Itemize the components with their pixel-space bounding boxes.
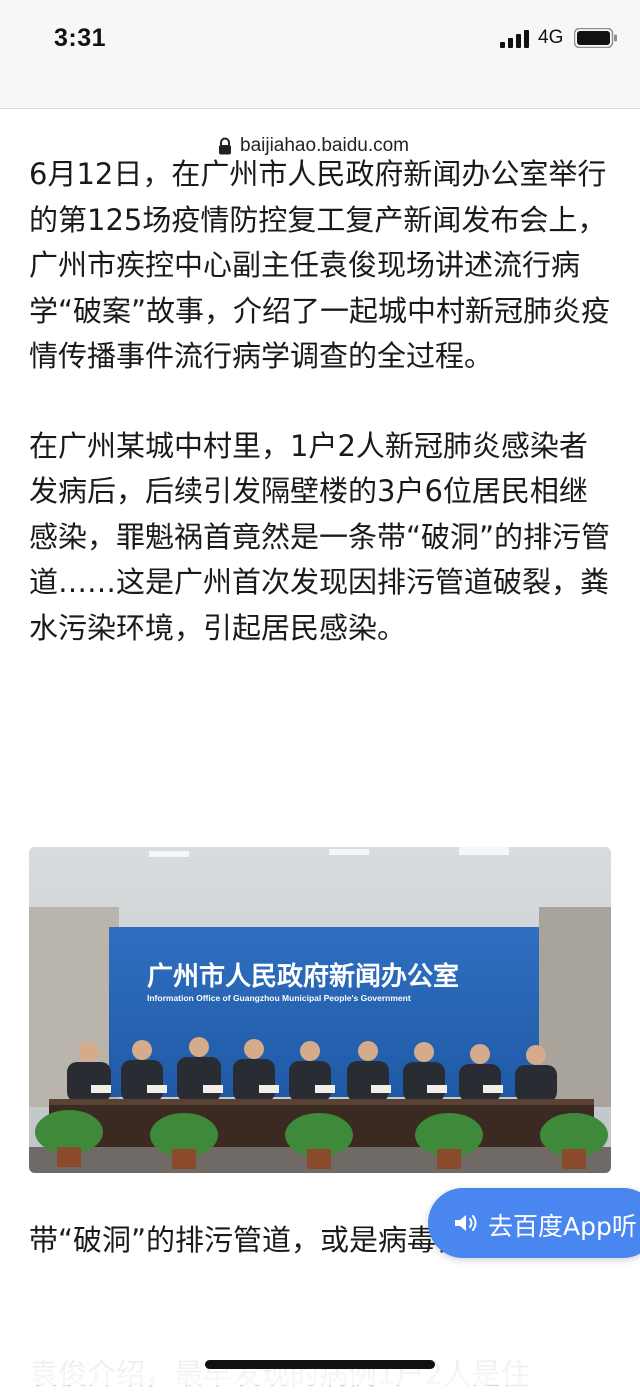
signal-bars-icon xyxy=(500,30,529,48)
home-indicator[interactable] xyxy=(205,1360,435,1369)
speaker-icon xyxy=(455,1215,477,1231)
article-paragraph-2: 在广州某城中村里，1户2人新冠肺炎感染者发病后，后续引发隔壁楼的3户6位居民相继… xyxy=(29,428,611,645)
photo-banner-subtitle: Information Office of Guangzhou Municipa… xyxy=(147,993,411,1003)
photo-banner-title: 广州市人民政府新闻办公室 xyxy=(147,961,459,992)
status-time: 3:31 xyxy=(54,24,107,52)
photo-illustration: 广州市人民政府新闻办公室 Information Office of Guang… xyxy=(29,847,611,1173)
battery-icon xyxy=(574,28,617,48)
listen-in-app-button[interactable]: 去百度App听 xyxy=(428,1188,640,1258)
article-next-line: 袁俊介绍，最早发现的病例1户2人是住 xyxy=(29,1357,530,1391)
article-body: 6月12日，在广州市人民政府新闻办公室举行的第125场疫情防控复工复产新闻发布会… xyxy=(29,152,613,651)
listen-button-label: 去百度App听 xyxy=(488,1212,637,1241)
address-bar[interactable]: baijiahao.baidu.com xyxy=(0,66,640,156)
article-paragraph-1: 6月12日，在广州市人民政府新闻办公室举行的第125场疫情防控复工复产新闻发布会… xyxy=(29,157,611,373)
press-conference-photo[interactable]: 广州市人民政府新闻办公室 Information Office of Guang… xyxy=(29,847,611,1173)
network-type: 4G xyxy=(538,27,564,48)
status-bar: 3:31 4G xyxy=(0,0,640,66)
